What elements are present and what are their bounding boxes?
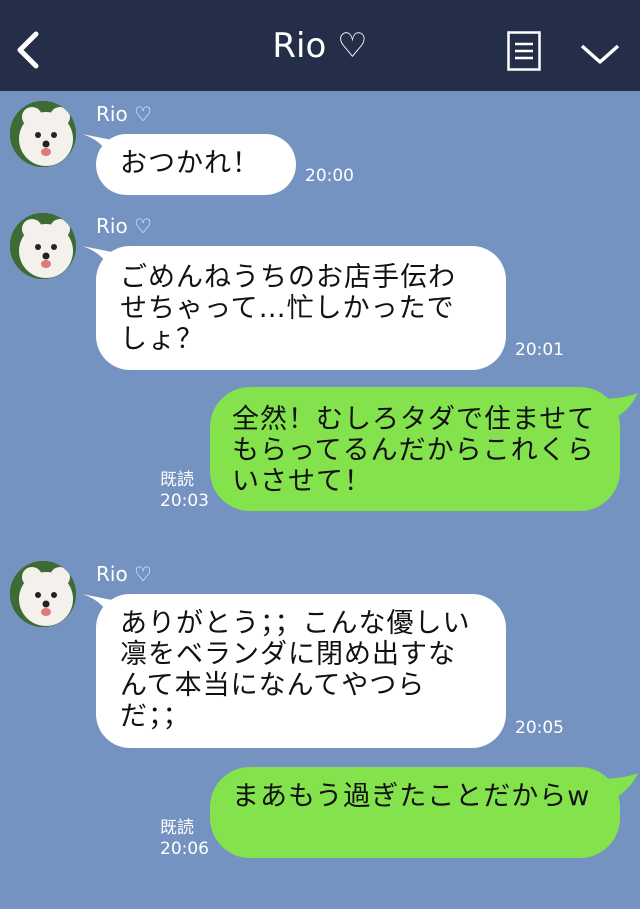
message-bubble[interactable]: まあもう過ぎたことだからw — [210, 767, 620, 858]
bubble-tail — [600, 393, 638, 421]
read-receipt: 既読 — [160, 818, 194, 838]
message-bubble[interactable]: おつかれ！ — [96, 134, 296, 195]
chat-title: Rio ♡ — [272, 26, 368, 66]
list-icon — [507, 31, 541, 71]
message-time: 20:01 — [515, 340, 564, 360]
avatar[interactable] — [10, 213, 76, 279]
sender-name: Rio ♡ — [96, 214, 152, 238]
dog-avatar-icon — [10, 101, 76, 167]
message-time: 20:06 — [160, 839, 209, 859]
chevron-left-icon — [17, 31, 39, 69]
collapse-button[interactable] — [578, 38, 622, 68]
sender-name: Rio ♡ — [96, 102, 152, 126]
back-button[interactable] — [12, 28, 48, 72]
dog-avatar-icon — [10, 213, 76, 279]
avatar[interactable] — [10, 101, 76, 167]
message-bubble[interactable]: ありがとう；；こんな優しい凛をベランダに閉め出すなんて本当になんてやつらだ；； — [96, 594, 506, 748]
message-time: 20:03 — [160, 491, 209, 511]
dog-avatar-icon — [10, 561, 76, 627]
chat-header: Rio ♡ — [0, 0, 640, 91]
sender-name: Rio ♡ — [96, 562, 152, 586]
bubble-tail — [600, 773, 638, 801]
message-bubble[interactable]: ごめんねうちのお店手伝わせちゃって…忙しかったでしょ？ — [96, 246, 506, 370]
chevron-down-icon — [580, 44, 620, 64]
message-time: 20:00 — [305, 166, 354, 186]
read-receipt: 既読 — [160, 470, 194, 490]
message-time: 20:05 — [515, 718, 564, 738]
menu-button[interactable] — [507, 31, 541, 71]
message-bubble[interactable]: 全然！むしろタダで住ませてもらってるんだからこれくらいさせて！ — [210, 387, 620, 511]
avatar[interactable] — [10, 561, 76, 627]
